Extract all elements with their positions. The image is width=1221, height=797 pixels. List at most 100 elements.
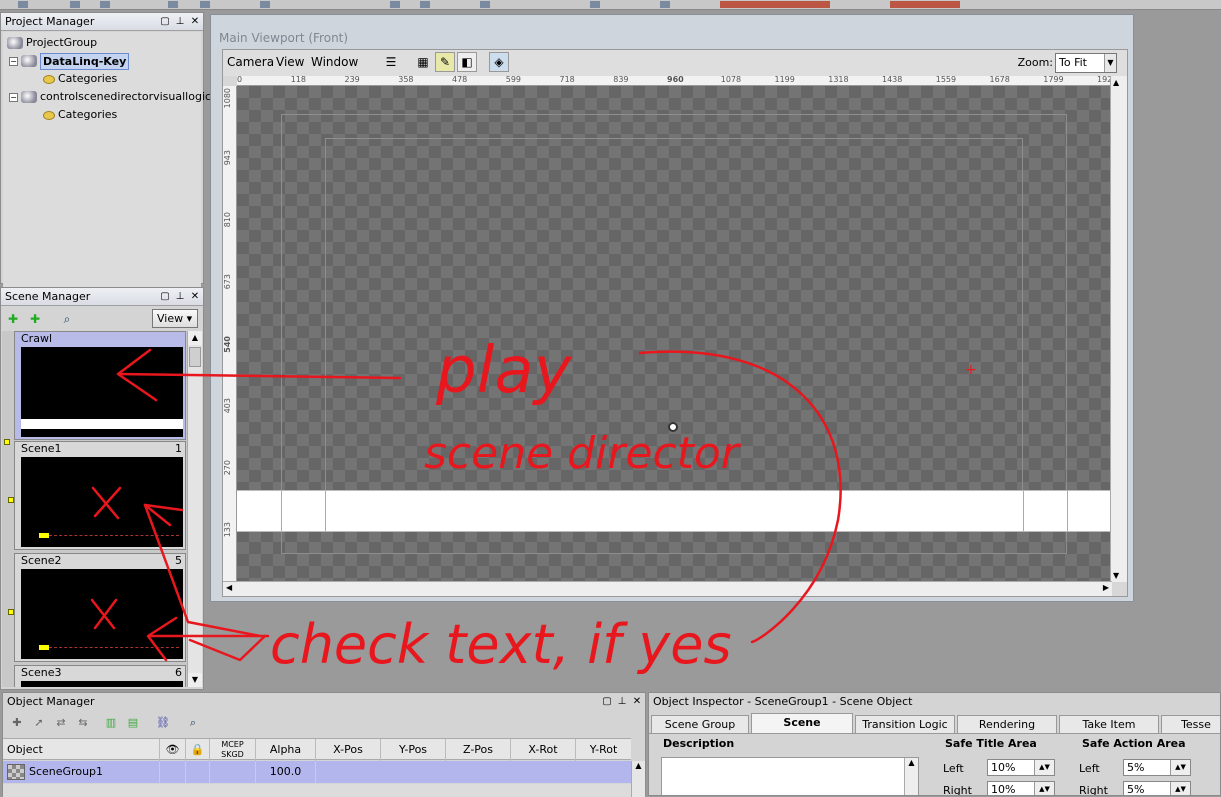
tab-scene-group[interactable]: Scene Group [651,715,749,733]
search-icon[interactable]: ⌕ [185,716,201,732]
scroll-down-icon[interactable]: ▼ [1113,571,1119,580]
float-icon[interactable]: ▢ [160,288,170,305]
crosshair-icon: + [965,362,977,378]
scene-list: Crawl Scene1 1 Scene2 5 Scene3 6 ▲ ▼ [2,331,202,687]
pin-icon[interactable]: ⊥ [175,288,185,305]
viewport-vertical-scrollbar[interactable]: ▲ ▼ [1110,76,1127,582]
float-icon[interactable]: ▢ [602,693,612,710]
tree-item-categories-2[interactable]: Categories [43,106,117,124]
scroll-up-icon[interactable]: ▲ [635,761,641,770]
close-icon[interactable]: ✕ [632,693,642,710]
float-icon[interactable]: ▢ [160,13,170,30]
ruler-tick-label: 358 [398,75,414,84]
scene-card-scene2[interactable]: Scene2 5 [14,553,186,662]
tab-tessellation[interactable]: Tesse [1161,715,1220,733]
col-alpha[interactable]: Alpha [255,739,315,761]
table-row[interactable] [3,784,631,797]
col-y-pos[interactable]: Y-Pos [380,739,445,761]
tool-move-icon[interactable]: ⇄ [53,716,69,732]
object-inspector-panel: Object Inspector - SceneGroup1 - Scene O… [648,692,1221,796]
layers-icon[interactable]: ☰ [381,52,401,72]
add-group-icon[interactable]: ✚ [26,310,44,328]
tool-arrow-icon[interactable]: ➚ [31,716,47,732]
spinner-icon[interactable]: ▲▼ [1170,782,1190,795]
ruler-tick-label: 0 [237,75,243,84]
tab-scene[interactable]: Scene [751,713,853,733]
menu-view[interactable]: View [276,55,304,69]
safe-action-right-input[interactable]: 5% ▲▼ [1123,781,1191,795]
tree-item-categories-1[interactable]: Categories [43,70,117,88]
scroll-up-icon[interactable]: ▲ [1113,78,1119,87]
scene-group-icon [7,764,25,780]
col-object[interactable]: Object [3,739,159,761]
safe-action-left-input[interactable]: 5% ▲▼ [1123,759,1191,776]
render-icon[interactable]: ◧ [457,52,477,72]
scene-thumbnail [21,569,183,659]
scene-thumbnail [21,347,183,437]
col-z-pos[interactable]: Z-Pos [445,739,510,761]
tree-item-project1[interactable]: − DataLinq-Key [9,52,130,70]
spinner-icon[interactable]: ▲▼ [1034,760,1054,775]
ruler-tick-label: 943 [223,150,232,166]
safe-title-left-label: Left [943,762,964,775]
ruler-tick-label: 478 [452,75,468,84]
spinner-icon[interactable]: ▲▼ [1034,782,1054,795]
tab-rendering[interactable]: Rendering [957,715,1057,733]
tab-take-item[interactable]: Take Item [1059,715,1159,733]
tool-tree-icon[interactable]: ▥ [103,716,119,732]
scrollbar-thumb[interactable] [189,347,201,367]
menu-camera[interactable]: Camera [227,55,274,69]
close-icon[interactable]: ✕ [190,13,200,30]
scroll-up-icon[interactable]: ▲ [188,331,202,345]
draw-tool-icon[interactable]: ✎ [435,52,455,72]
tool-move2-icon[interactable]: ⇆ [75,716,91,732]
object-list-scrollbar[interactable]: ▲ [631,761,645,797]
close-icon[interactable]: ✕ [190,288,200,305]
scroll-down-icon[interactable]: ▼ [188,673,202,687]
description-textarea[interactable]: ▲ [661,757,919,795]
collapse-icon[interactable]: − [9,56,18,66]
scene-card-scene3[interactable]: Scene3 6 [14,665,186,687]
spinner-icon[interactable]: ▲▼ [1170,760,1190,775]
target-icon[interactable]: ◈ [489,52,509,72]
col-y-rot[interactable]: Y-Rot [575,739,631,761]
crawl-bar[interactable] [237,490,1111,532]
table-row[interactable]: SceneGroup1 100.0 [3,761,631,783]
scene-list-scrollbar[interactable]: ▲ ▼ [187,331,202,687]
collapse-icon[interactable]: − [9,92,18,102]
safe-title-left-input[interactable]: 10% ▲▼ [987,759,1055,776]
add-scene-icon[interactable]: ✚ [4,310,22,328]
chevron-down-icon[interactable]: ▼ [1104,54,1116,72]
scene-card-scene1[interactable]: Scene1 1 [14,441,186,550]
tree-item-projectgroup[interactable]: ProjectGroup [7,34,97,52]
project-manager-title: Project Manager ▢ ⊥ ✕ [1,13,203,31]
pin-icon[interactable]: ⊥ [175,13,185,30]
grid-icon[interactable]: ▦ [413,52,433,72]
viewport-horizontal-scrollbar[interactable]: ◀ ▶ [223,581,1112,596]
tool-add-icon[interactable]: ✚ [9,716,25,732]
scroll-left-icon[interactable]: ◀ [226,583,232,592]
scene-card-crawl[interactable]: Crawl [14,331,186,440]
safe-title-right-input[interactable]: 10% ▲▼ [987,781,1055,795]
scroll-up-icon[interactable]: ▲ [904,758,918,795]
view-dropdown-button[interactable]: View ▾ [152,309,198,328]
safe-title-guide [325,138,1023,530]
eye-icon[interactable]: 👁 [159,739,185,761]
scroll-right-icon[interactable]: ▶ [1103,583,1109,592]
search-icon[interactable]: ⌕ [58,310,76,328]
tool-link-icon[interactable]: ⛓ [155,716,171,732]
col-x-rot[interactable]: X-Rot [510,739,575,761]
tool-list-icon[interactable]: ▤ [125,716,141,732]
viewport-canvas[interactable]: + [237,86,1111,582]
tree-item-project2[interactable]: − controlscenedirectorvisuallogic [9,88,211,106]
pin-icon[interactable]: ⊥ [617,693,627,710]
ruler-tick-label: 599 [505,75,522,84]
lock-icon[interactable]: 🔒 [185,739,209,761]
col-flags[interactable]: MCEP SKGD [209,739,255,761]
zoom-select[interactable]: To Fit ▼ [1055,53,1117,73]
col-x-pos[interactable]: X-Pos [315,739,380,761]
inspector-tabs: Scene Group Scene Transition Logic Rende… [649,713,1220,733]
ruler-tick-label: 1080 [223,88,232,109]
menu-window[interactable]: Window [311,55,358,69]
tab-transition-logic[interactable]: Transition Logic [855,715,955,733]
